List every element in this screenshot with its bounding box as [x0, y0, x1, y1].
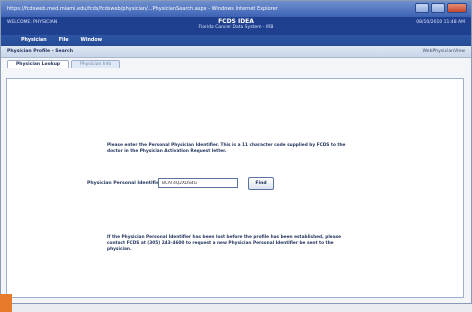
app-subtitle: Florida Cancer Data System - IRB: [198, 25, 274, 30]
panel-header: Physician Profile - Search WebPhysicianV…: [1, 46, 471, 58]
find-button[interactable]: Find: [248, 177, 274, 190]
browser-titlebar: https://fcdsweb.med.miami.edu/fcds/fcdsw…: [1, 1, 471, 17]
minimize-button[interactable]: [415, 3, 429, 13]
tab-physician-info[interactable]: Physician Info: [71, 60, 121, 68]
taskbar-accent: [0, 294, 12, 312]
identifier-input[interactable]: [158, 178, 238, 188]
tab-physician-lookup[interactable]: Physician Lookup: [7, 60, 70, 68]
maximize-button[interactable]: [431, 3, 445, 13]
lookup-panel: Please enter the Personal Physician Iden…: [6, 78, 464, 298]
tab-strip: Physician Lookup Physician Info: [1, 58, 471, 68]
lost-identifier-note: If the Physician Personal Identifier has…: [107, 235, 342, 252]
panel-view-label: WebPhysicianView: [422, 49, 465, 54]
header-datetime: 08/10/2010 11:48 AM: [416, 20, 465, 25]
identifier-label: Physician Personal Identifier:: [87, 181, 164, 186]
panel-title: Physician Profile - Search: [7, 49, 73, 54]
menu-window[interactable]: Window: [81, 38, 103, 43]
close-button[interactable]: [447, 3, 467, 13]
menu-bar: Physician File Window: [1, 35, 471, 46]
app-header: WELCOME: PHYSICIAN FCDS IDEA Florida Can…: [1, 17, 471, 35]
app-title-block: FCDS IDEA Florida Cancer Data System - I…: [1, 19, 471, 31]
instruction-text: Please enter the Personal Physician Iden…: [107, 143, 346, 154]
menu-physician[interactable]: Physician: [21, 38, 47, 43]
window-controls: [415, 3, 467, 13]
menu-file[interactable]: File: [59, 38, 69, 43]
browser-title: https://fcdsweb.med.miami.edu/fcds/fcdsw…: [7, 6, 278, 12]
